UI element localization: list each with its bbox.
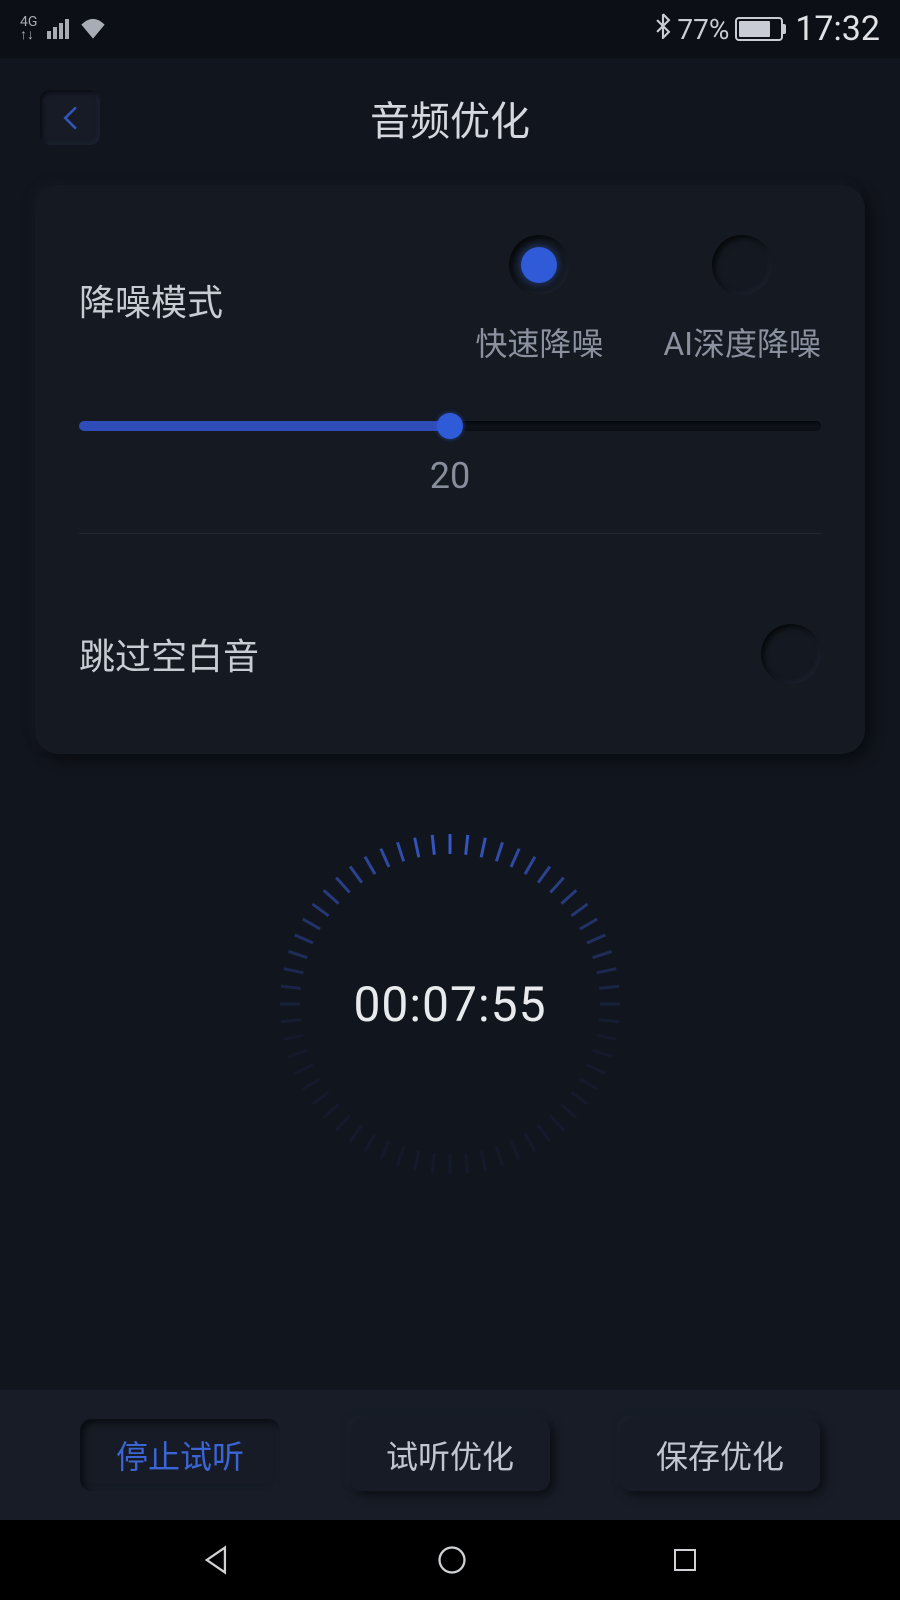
header: 音频优化: [0, 58, 900, 173]
noise-slider[interactable]: [79, 421, 821, 431]
preview-button[interactable]: 试听优化: [350, 1419, 550, 1491]
bluetooth-icon: [655, 12, 671, 47]
noise-mode-row: 降噪模式 快速降噪 AI深度降噪: [79, 235, 821, 365]
skip-silence-toggle[interactable]: [761, 624, 821, 684]
radio-fast-noise[interactable]: 快速降噪: [475, 235, 603, 365]
wifi-icon: [79, 15, 107, 44]
noise-slider-section: 20: [79, 421, 821, 497]
skip-silence-label: 跳过空白音: [79, 628, 259, 680]
radio-ai-noise[interactable]: AI深度降噪: [663, 235, 821, 365]
player-time: 00:07:55: [353, 976, 546, 1033]
back-button[interactable]: [40, 90, 100, 145]
page-title: 音频优化: [370, 89, 530, 147]
status-bar: 4G ↑↓ 77% 17:32: [0, 0, 900, 58]
network-label: 4G ↑↓: [20, 16, 37, 41]
slider-thumb[interactable]: [437, 413, 463, 439]
radio-fast-label: 快速降噪: [475, 319, 603, 365]
player-dial: 00:07:55: [270, 824, 630, 1184]
nav-back-button[interactable]: [200, 1543, 234, 1577]
battery-icon: [735, 17, 783, 41]
save-button[interactable]: 保存优化: [620, 1419, 820, 1491]
radio-icon: [509, 235, 569, 295]
slider-fill: [79, 421, 450, 431]
skip-silence-row: 跳过空白音: [79, 624, 821, 684]
player-dial-section: 00:07:55: [0, 824, 900, 1184]
status-left: 4G ↑↓: [20, 15, 107, 44]
clock-time: 17:32: [795, 9, 880, 49]
radio-ai-label: AI深度降噪: [663, 319, 821, 365]
noise-mode-label: 降噪模式: [79, 274, 223, 326]
chevron-left-icon: [57, 105, 83, 131]
nav-recent-button[interactable]: [670, 1545, 700, 1575]
settings-card: 降噪模式 快速降噪 AI深度降噪 20 跳过空白音: [35, 185, 865, 754]
radio-icon: [712, 235, 772, 295]
divider: [79, 533, 821, 534]
nav-home-button[interactable]: [435, 1543, 469, 1577]
bottom-action-bar: 停止试听 试听优化 保存优化: [0, 1390, 900, 1520]
noise-mode-radio-group: 快速降噪 AI深度降噪: [475, 235, 821, 365]
stop-preview-button[interactable]: 停止试听: [80, 1419, 280, 1491]
battery-percentage: 77%: [677, 13, 729, 46]
slider-value: 20: [79, 455, 821, 497]
status-right: 77% 17:32: [655, 9, 880, 49]
android-nav-bar: [0, 1520, 900, 1600]
signal-icon: [47, 19, 69, 39]
